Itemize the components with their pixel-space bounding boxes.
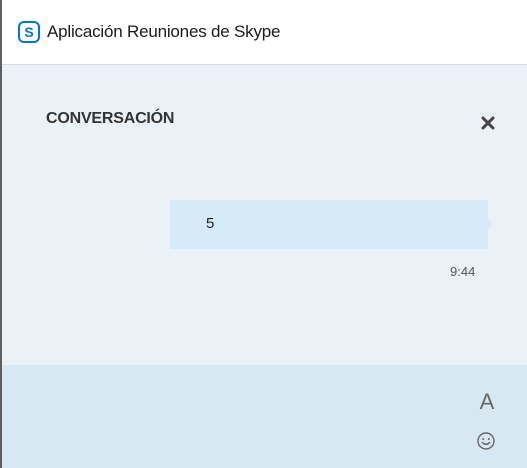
message-timestamp: 9:44 [450, 264, 476, 279]
title-bar: S Aplicación Reuniones de Skype [2, 0, 527, 64]
message-text: 5 [206, 215, 215, 232]
emoji-button[interactable] [475, 430, 497, 452]
message-bubble: 5 [170, 200, 488, 249]
font-format-button[interactable]: A [475, 389, 499, 414]
font-icon: A [479, 389, 495, 414]
skype-logo-icon: S [18, 21, 40, 43]
close-icon [481, 116, 495, 130]
close-button[interactable] [474, 109, 502, 137]
svg-text:S: S [24, 24, 33, 40]
message-bubble-tail [488, 219, 493, 229]
conversation-pane: CONVERSACIÓN 5 9:44 [2, 65, 527, 365]
emoji-icon [477, 432, 495, 450]
window-title: Aplicación Reuniones de Skype [47, 22, 281, 41]
conversation-title: CONVERSACIÓN [46, 110, 175, 127]
skype-meetings-window: S Aplicación Reuniones de Skype CONVERSA… [0, 0, 527, 468]
message-input-area[interactable]: A [2, 365, 527, 468]
